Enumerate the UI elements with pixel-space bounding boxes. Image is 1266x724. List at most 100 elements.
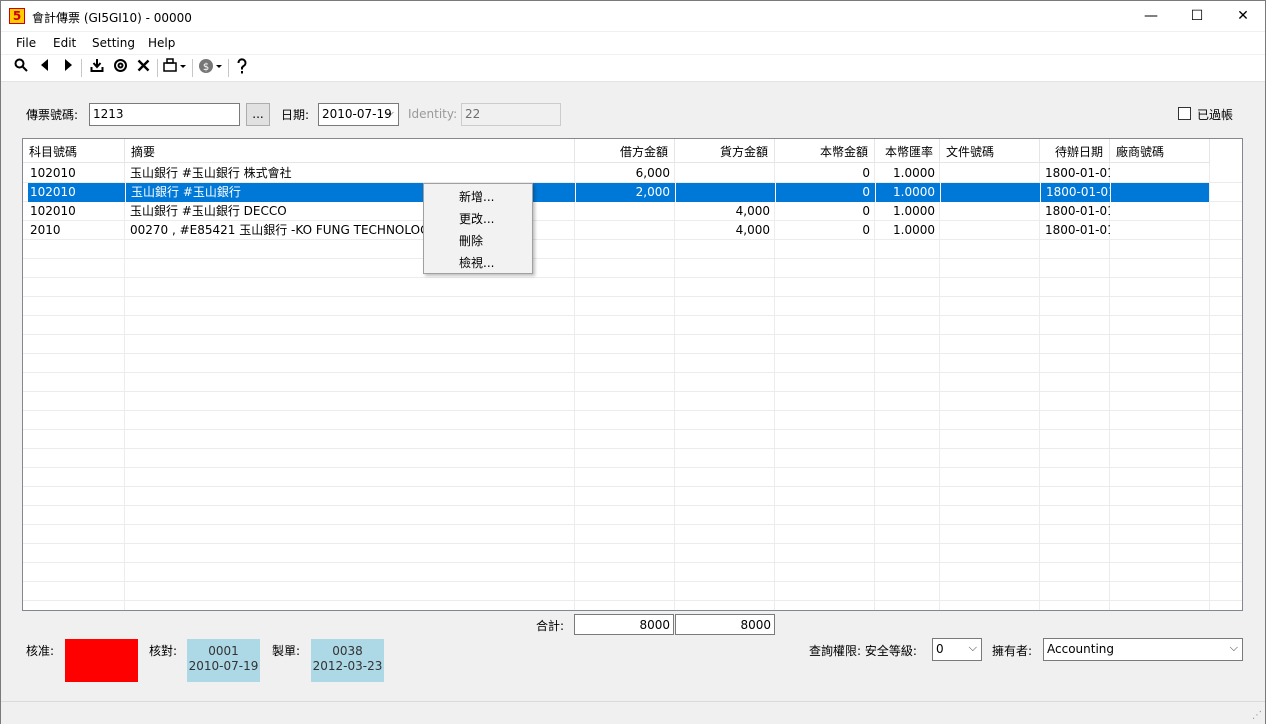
cell-local-amount[interactable]: 0: [775, 183, 875, 202]
title-bar: 5 會計傳票 (GI5GI10) - 00000 — ☐ ✕: [1, 1, 1265, 31]
cell-credit[interactable]: 4,000: [675, 221, 775, 240]
menu-help[interactable]: Help: [148, 36, 175, 50]
total-credit-field: 8000: [675, 614, 775, 635]
maximize-button[interactable]: ☐: [1174, 1, 1220, 31]
column-header-local-amount[interactable]: 本幣金額: [775, 139, 875, 163]
cell-exchange-rate[interactable]: 1.0000: [875, 221, 940, 240]
grid-line: [23, 391, 1242, 392]
security-level-select[interactable]: 0 ⌵: [932, 638, 982, 661]
grid-line: [23, 353, 1242, 354]
cell-credit[interactable]: [675, 183, 775, 202]
grid-line: [23, 315, 1242, 316]
cell-local-amount[interactable]: 0: [775, 164, 875, 183]
grid-line: [23, 410, 1242, 411]
grid-line: [23, 372, 1242, 373]
menu-file[interactable]: File: [16, 36, 36, 50]
svg-text:$: $: [203, 62, 209, 73]
cell-exchange-rate[interactable]: 1.0000: [875, 202, 940, 221]
cell-document-no[interactable]: [940, 221, 1040, 240]
chevron-down-icon: ⌵: [385, 106, 394, 119]
prev-icon[interactable]: [35, 58, 55, 78]
cell-due-date[interactable]: 1800-01-01: [1040, 183, 1110, 202]
cell-summary[interactable]: 玉山銀行 #玉山銀行 株式會社: [125, 164, 575, 183]
minimize-button[interactable]: —: [1128, 1, 1174, 31]
print-icon[interactable]: [161, 58, 189, 78]
grid-line: [23, 258, 1242, 259]
next-icon[interactable]: [58, 58, 78, 78]
search-icon[interactable]: [11, 58, 31, 78]
voucher-lines-grid[interactable]: 科目號碼 摘要 借方金額 貨方金額 本幣金額 本幣匯率 文件號碼 待辦日期 廠商…: [22, 138, 1243, 611]
check-user: 0001: [208, 644, 239, 658]
app-window: 5 會計傳票 (GI5GI10) - 00000 — ☐ ✕ File Edit…: [0, 0, 1266, 724]
date-picker[interactable]: 2010-07-19 ⌵: [318, 103, 399, 126]
cell-exchange-rate[interactable]: 1.0000: [875, 164, 940, 183]
grid-line: [23, 505, 1242, 506]
cell-debit[interactable]: [575, 202, 675, 221]
currency-icon[interactable]: $: [197, 58, 225, 78]
owner-select[interactable]: Accounting ⌵: [1043, 638, 1243, 661]
refresh-icon[interactable]: [110, 58, 130, 78]
column-header-credit[interactable]: 貨方金額: [675, 139, 775, 163]
context-menu-add[interactable]: 新增...: [459, 188, 494, 205]
cell-vendor-no[interactable]: [1110, 221, 1210, 240]
total-debit-field: 8000: [574, 614, 674, 635]
toolbar-separator: [228, 59, 229, 77]
owner-label: 擁有者:: [992, 644, 1033, 658]
save-icon[interactable]: [87, 58, 107, 78]
column-header-vendor-no[interactable]: 廠商號碼: [1110, 139, 1210, 163]
cell-due-date[interactable]: 1800-01-01: [1040, 202, 1110, 221]
voucher-number-input[interactable]: 1213: [89, 103, 240, 126]
cell-vendor-no[interactable]: [1110, 202, 1210, 221]
cell-due-date[interactable]: 1800-01-01: [1040, 164, 1110, 183]
column-header-due-date[interactable]: 待辦日期: [1040, 139, 1110, 163]
approve-box[interactable]: [65, 639, 138, 682]
column-header-summary[interactable]: 摘要: [125, 139, 575, 163]
made-user-box[interactable]: 0038 2012-03-23: [311, 639, 384, 682]
security-level-label: 查詢權限: 安全等級:: [809, 644, 917, 658]
delete-icon[interactable]: [133, 58, 153, 78]
grid-line: [23, 543, 1242, 544]
check-user-box[interactable]: 0001 2010-07-19: [187, 639, 260, 682]
chevron-down-icon: ⌵: [1229, 641, 1238, 654]
cell-debit[interactable]: 2,000: [575, 183, 675, 202]
cell-account[interactable]: 2010: [25, 221, 125, 240]
close-button[interactable]: ✕: [1220, 1, 1266, 31]
toolbar-separator: [192, 59, 193, 77]
resize-grip-icon[interactable]: ⋰: [1252, 710, 1262, 721]
voucher-browse-button[interactable]: ...: [246, 103, 270, 126]
cell-debit[interactable]: [575, 221, 675, 240]
cell-credit[interactable]: 4,000: [675, 202, 775, 221]
cell-credit[interactable]: [675, 164, 775, 183]
made-date: 2012-03-23: [312, 659, 383, 673]
cell-vendor-no[interactable]: [1110, 183, 1210, 202]
cell-document-no[interactable]: [940, 202, 1040, 221]
column-header-exchange-rate[interactable]: 本幣匯率: [875, 139, 940, 163]
check-date: 2010-07-19: [188, 659, 259, 673]
menu-setting[interactable]: Setting: [92, 36, 135, 50]
posted-checkbox[interactable]: [1178, 107, 1191, 120]
context-menu-view[interactable]: 檢視...: [459, 254, 494, 271]
cell-document-no[interactable]: [940, 164, 1040, 183]
cell-account[interactable]: 102010: [25, 164, 125, 183]
toolbar-separator: [81, 59, 82, 77]
context-menu-edit[interactable]: 更改...: [459, 210, 494, 227]
cell-document-no[interactable]: [940, 183, 1040, 202]
column-header-account[interactable]: 科目號碼: [23, 139, 125, 163]
context-menu-delete[interactable]: 刪除: [459, 232, 483, 249]
column-header-document-no[interactable]: 文件號碼: [940, 139, 1040, 163]
cell-vendor-no[interactable]: [1110, 164, 1210, 183]
cell-account[interactable]: 102010: [25, 202, 125, 221]
approve-label: 核准:: [26, 644, 55, 658]
cell-account[interactable]: 102010: [25, 183, 125, 202]
cell-exchange-rate[interactable]: 1.0000: [875, 183, 940, 202]
cell-local-amount[interactable]: 0: [775, 202, 875, 221]
date-value: 2010-07-19: [322, 107, 392, 121]
help-icon[interactable]: [232, 58, 252, 78]
column-header-debit[interactable]: 借方金額: [575, 139, 675, 163]
menu-edit[interactable]: Edit: [53, 36, 76, 50]
cell-due-date[interactable]: 1800-01-01: [1040, 221, 1110, 240]
grid-line: [23, 467, 1242, 468]
cell-local-amount[interactable]: 0: [775, 221, 875, 240]
app-icon: 5: [9, 8, 25, 24]
cell-debit[interactable]: 6,000: [575, 164, 675, 183]
